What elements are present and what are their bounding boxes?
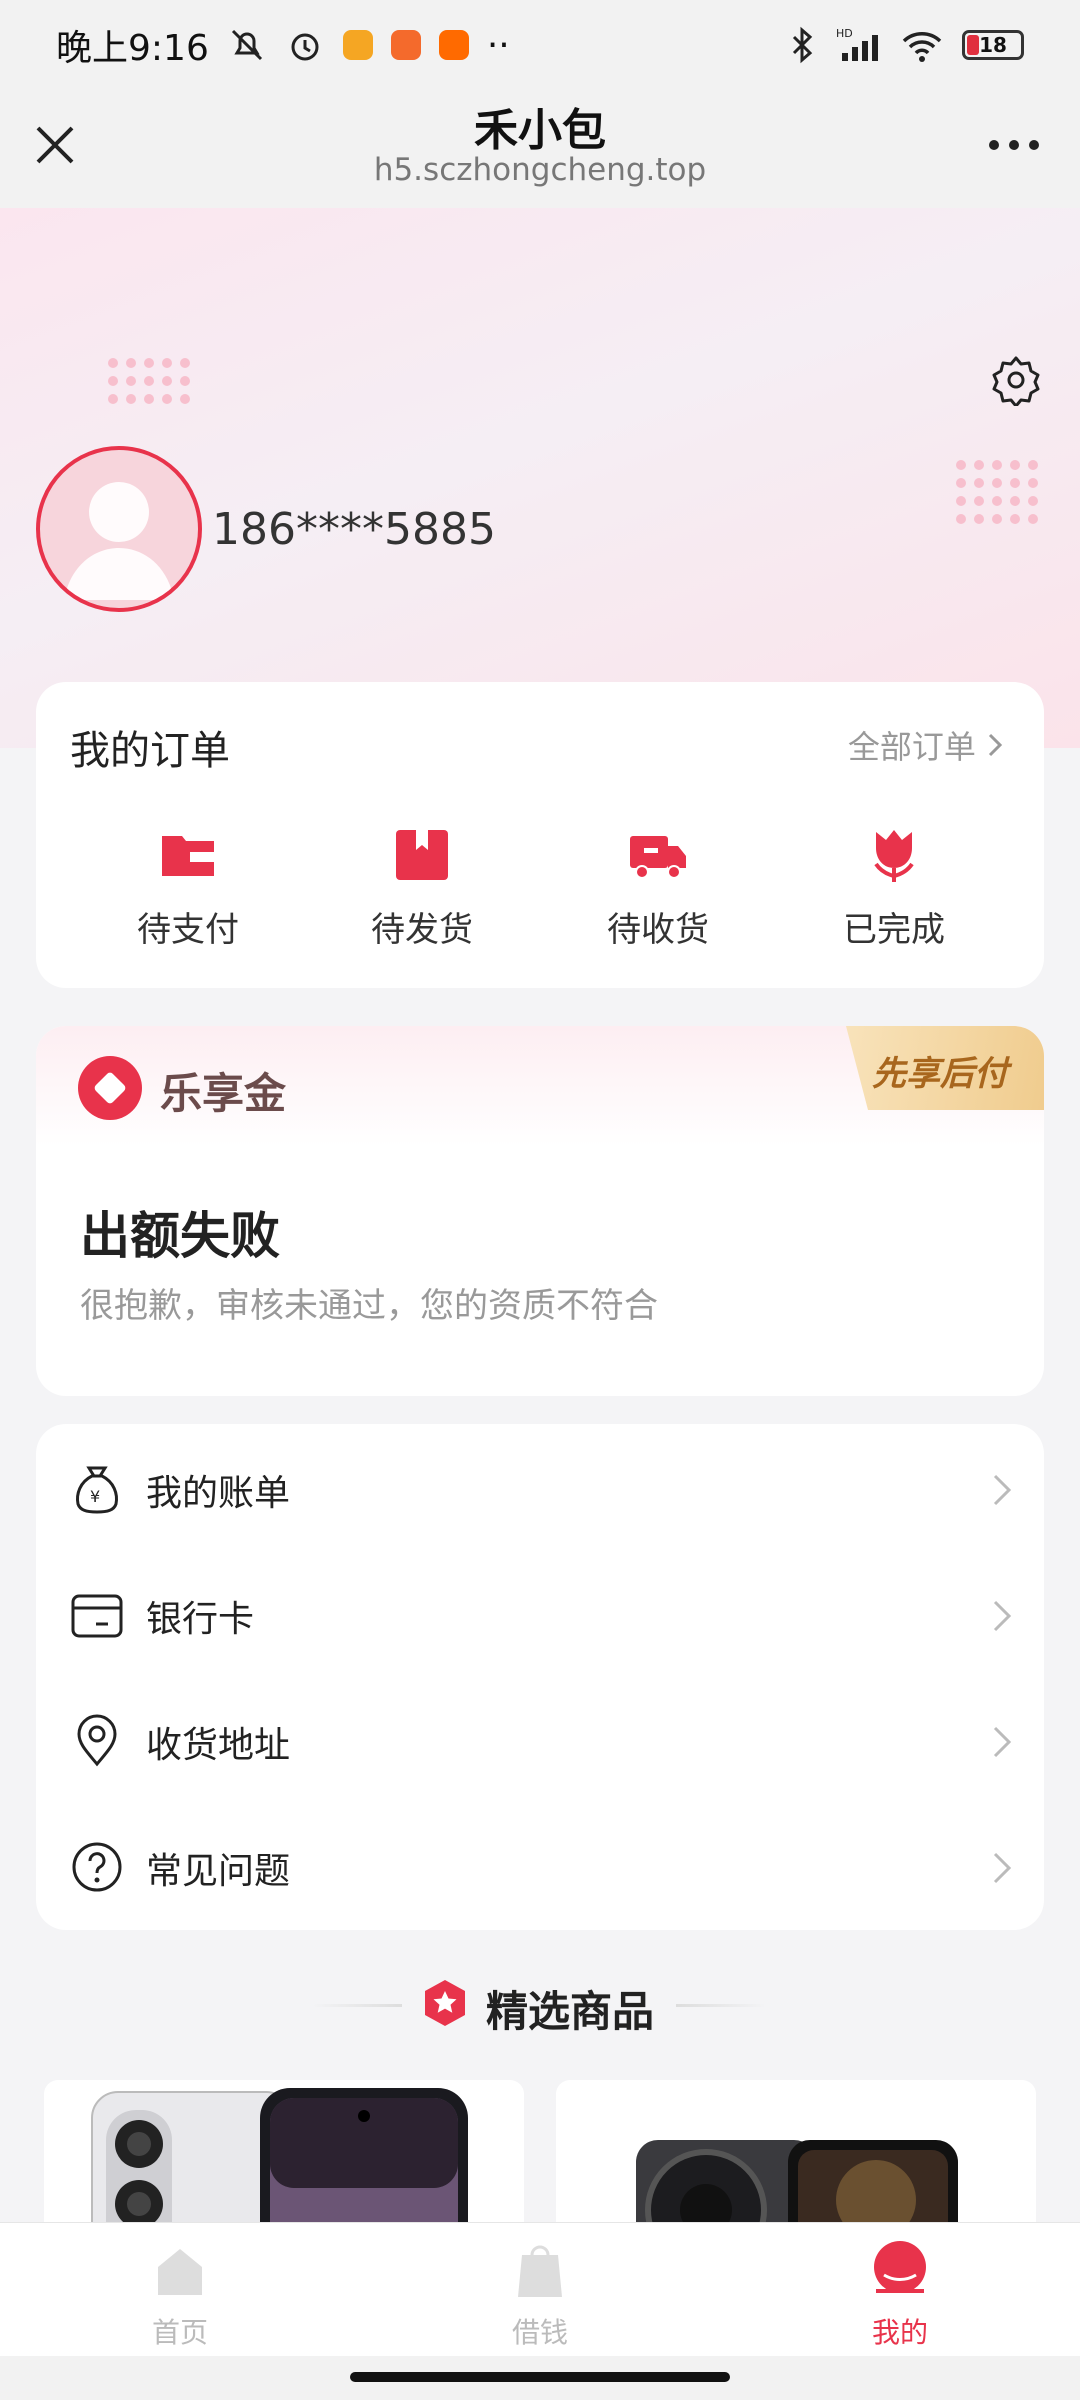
more-options-icon[interactable] xyxy=(984,130,1044,160)
order-item-label: 待支付 xyxy=(137,910,239,950)
orders-title: 我的订单 xyxy=(70,728,230,774)
bottom-tab-bar: 首页 借钱 我的 xyxy=(0,2222,1080,2356)
nav-bar: 禾小包 h5.sczhongcheng.top xyxy=(0,90,1080,208)
order-item-label: 待发货 xyxy=(371,910,473,950)
truck-icon xyxy=(630,836,686,879)
chevron-right-icon xyxy=(993,1852,1012,1884)
tab-label: 首页 xyxy=(151,2316,208,2349)
status-bar-right: HD 18 xyxy=(790,25,1024,65)
bank-card-icon xyxy=(71,1594,123,1638)
credit-logo-icon xyxy=(78,1056,142,1120)
question-circle-icon xyxy=(72,1842,122,1892)
chevron-right-icon xyxy=(993,1474,1012,1506)
more-notifications-icon: ·· xyxy=(486,24,510,66)
credit-product-name: 乐享金 xyxy=(160,1069,287,1118)
order-item-label: 待收货 xyxy=(607,910,709,950)
menu-item-address[interactable]: 收货地址 xyxy=(36,1676,1044,1802)
tab-mine[interactable]: 我的 xyxy=(820,2241,980,2351)
status-bar-left: 晚上9:16 ·· xyxy=(56,19,510,71)
bag-icon xyxy=(518,2245,562,2297)
bookmark-box-icon xyxy=(396,830,448,880)
profile-icon xyxy=(874,2241,926,2293)
decorative-dots xyxy=(108,358,190,404)
bluetooth-icon xyxy=(792,26,813,64)
menu-item-bills[interactable]: ¥ 我的账单 xyxy=(36,1424,1044,1550)
avatar[interactable] xyxy=(36,446,202,612)
default-user-icon xyxy=(64,482,174,600)
app-notification-icon xyxy=(342,30,373,60)
featured-section-header: 精选商品 xyxy=(0,1974,1080,2036)
alarm-clock-icon xyxy=(291,33,319,61)
all-orders-link[interactable]: 全部订单 xyxy=(848,722,1004,768)
money-bag-icon: ¥ xyxy=(76,1466,118,1514)
order-item-label: 已完成 xyxy=(843,910,945,950)
signal-icon: HD xyxy=(836,27,878,61)
mi-app-icon xyxy=(438,30,469,60)
settings-gear-icon[interactable] xyxy=(990,354,1042,406)
battery-level: 18 xyxy=(979,33,1007,57)
chevron-right-icon xyxy=(993,1726,1012,1758)
wifi-icon xyxy=(902,32,942,62)
tulip-icon xyxy=(874,830,914,882)
all-orders-label: 全部订单 xyxy=(847,728,976,766)
menu-item-bank-card[interactable]: 银行卡 xyxy=(36,1550,1044,1676)
status-time: 晚上9:16 xyxy=(56,28,209,69)
home-icon xyxy=(158,2249,202,2295)
user-phone: 186****5885 xyxy=(212,504,496,555)
status-bar: 晚上9:16 ·· HD 18 xyxy=(0,0,1080,90)
profile-header: 186****5885 xyxy=(0,208,1080,748)
credit-description: 很抱歉，审核未通过，您的资质不符合 xyxy=(80,1286,658,1326)
order-completed[interactable]: 已完成 xyxy=(824,822,964,951)
credit-status: 出额失败 xyxy=(80,1207,280,1265)
chevron-right-icon xyxy=(988,733,1003,757)
svg-text:HD: HD xyxy=(836,27,853,40)
page-title: 禾小包 xyxy=(474,105,606,156)
tab-home[interactable]: 首页 xyxy=(100,2241,260,2351)
menu-item-label: 我的账单 xyxy=(146,1473,291,1514)
wallet-icon xyxy=(162,836,214,876)
tab-label: 我的 xyxy=(871,2316,928,2349)
divider-line xyxy=(676,2004,766,2007)
page-url: h5.sczhongcheng.top xyxy=(373,152,707,188)
mute-bell-icon xyxy=(231,29,262,61)
menu-item-label: 收货地址 xyxy=(146,1725,291,1766)
svg-text:¥: ¥ xyxy=(90,1487,100,1506)
divider-line xyxy=(312,2004,402,2007)
chevron-right-icon xyxy=(993,1600,1012,1632)
order-pending-shipment[interactable]: 待发货 xyxy=(352,822,492,951)
star-badge-icon xyxy=(425,1980,465,2026)
order-pending-receipt[interactable]: 待收货 xyxy=(588,822,728,951)
app-notification-icon xyxy=(390,30,421,60)
tab-label: 借钱 xyxy=(511,2316,568,2349)
tab-borrow[interactable]: 借钱 xyxy=(460,2241,620,2351)
featured-title: 精选商品 xyxy=(486,1987,655,2036)
location-pin-icon xyxy=(77,1714,117,1767)
home-indicator[interactable] xyxy=(350,2372,730,2382)
menu-item-label: 银行卡 xyxy=(146,1599,255,1640)
menu-item-faq[interactable]: 常见问题 xyxy=(36,1802,1044,1928)
menu-item-label: 常见问题 xyxy=(146,1851,291,1892)
credit-tag-label: 先享后付 xyxy=(872,1054,1008,1094)
decorative-dots xyxy=(956,460,1038,524)
account-menu: ¥ 我的账单 银行卡 收货地址 常见问题 xyxy=(36,1424,1044,1930)
battery-indicator: 18 xyxy=(962,30,1024,60)
my-orders-card: 我的订单 全部订单 待支付 待发货 待收货 已完成 xyxy=(36,682,1044,988)
order-pending-payment[interactable]: 待支付 xyxy=(118,822,258,951)
credit-card[interactable]: 乐享金 先享后付 出额失败 很抱歉，审核未通过，您的资质不符合 xyxy=(36,1026,1044,1396)
